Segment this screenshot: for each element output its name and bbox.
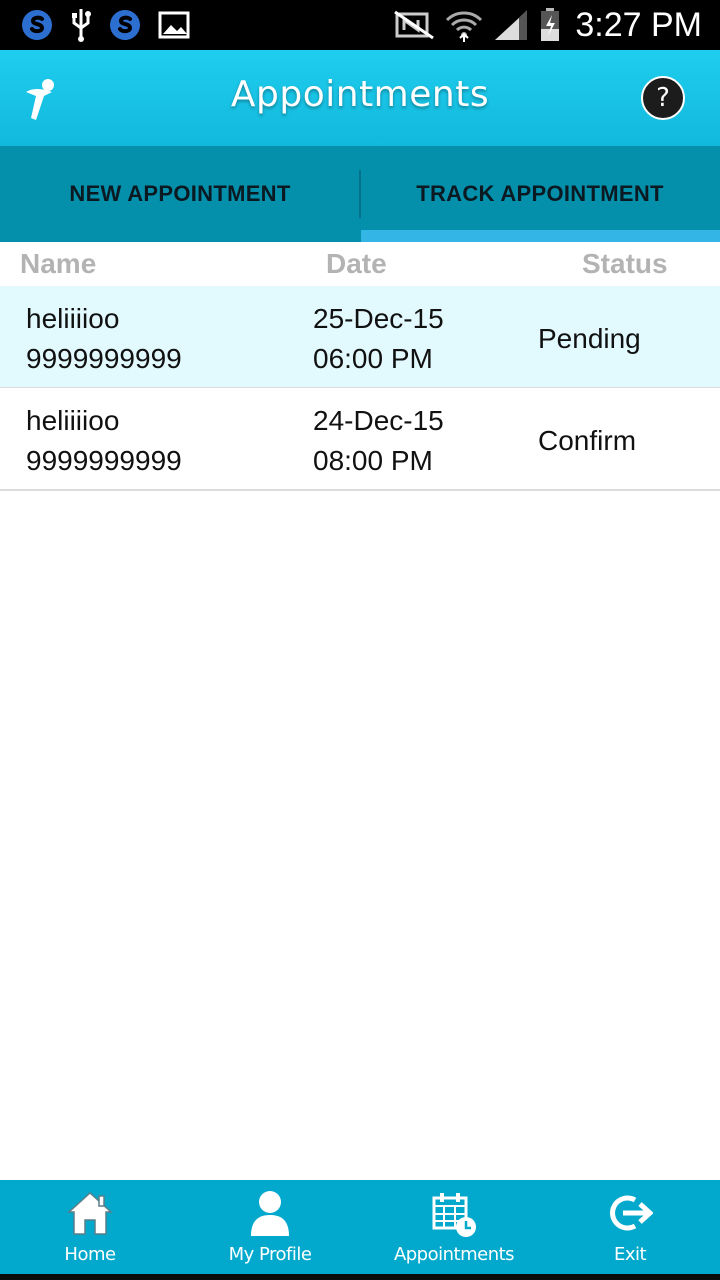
table-row[interactable]: heliiiioo 9999999999 25-Dec-15 06:00 PM … xyxy=(0,286,720,389)
appointment-name: heliiiioo xyxy=(26,405,120,436)
tab-track-appointment[interactable]: TRACK APPOINTMENT xyxy=(360,146,720,242)
appointment-date-cell: 24-Dec-15 08:00 PM xyxy=(313,401,444,481)
nav-appointments-label: Appointments xyxy=(393,1244,515,1265)
battery-charging-icon xyxy=(539,7,561,43)
table-header: Name Date Status xyxy=(0,242,720,286)
appointment-phone: 9999999999 xyxy=(26,343,182,374)
status-bar: 3:27 PM xyxy=(0,0,720,50)
nav-home[interactable]: Home xyxy=(0,1180,180,1274)
home-icon xyxy=(67,1190,113,1241)
column-header-status: Status xyxy=(582,248,668,279)
column-header-date: Date xyxy=(326,248,387,279)
nav-exit[interactable]: Exit xyxy=(540,1180,720,1274)
nav-my-profile-label: My Profile xyxy=(228,1244,312,1265)
wifi-icon xyxy=(445,8,483,42)
bottom-navigation: Home My Profile Appointments Exit xyxy=(0,1180,720,1274)
appointment-name-cell: heliiiioo 9999999999 xyxy=(26,401,182,481)
appointment-name: heliiiioo xyxy=(26,303,120,334)
column-header-name: Name xyxy=(20,248,97,279)
appointment-date: 24-Dec-15 xyxy=(313,405,444,436)
skype-icon xyxy=(108,8,142,42)
appointment-name-cell: heliiiioo 9999999999 xyxy=(26,299,182,379)
tab-bar: NEW APPOINTMENT TRACK APPOINTMENT xyxy=(0,146,720,242)
appointment-time: 08:00 PM xyxy=(313,445,433,476)
page-title: Appointments xyxy=(230,74,490,115)
appointment-status: Confirm xyxy=(538,425,637,456)
screen-bottom-edge xyxy=(0,1274,720,1280)
tab-selected-indicator xyxy=(361,230,720,242)
tab-new-appointment[interactable]: NEW APPOINTMENT xyxy=(0,146,360,242)
status-icons-left xyxy=(20,5,190,45)
appointment-time: 06:00 PM xyxy=(313,343,433,374)
help-button[interactable]: ? xyxy=(641,76,685,120)
nav-my-profile[interactable]: My Profile xyxy=(180,1180,360,1274)
user-icon xyxy=(249,1190,291,1241)
signal-icon xyxy=(493,8,529,42)
nfc-off-icon xyxy=(393,10,435,40)
status-icons-right: 3:27 PM xyxy=(393,5,702,45)
exit-icon xyxy=(607,1190,654,1241)
appointment-status: Pending xyxy=(538,323,641,354)
nav-home-label: Home xyxy=(64,1244,116,1265)
nav-exit-label: Exit xyxy=(613,1244,647,1265)
usb-icon xyxy=(70,7,92,43)
appointment-date: 25-Dec-15 xyxy=(313,303,444,334)
nav-appointments[interactable]: Appointments xyxy=(364,1180,544,1274)
appointment-date-cell: 25-Dec-15 06:00 PM xyxy=(313,299,444,379)
app-bar: Appointments ? xyxy=(0,50,720,146)
table-row[interactable]: heliiiioo 9999999999 24-Dec-15 08:00 PM … xyxy=(0,388,720,491)
calendar-clock-icon xyxy=(431,1190,477,1245)
appointment-phone: 9999999999 xyxy=(26,445,182,476)
image-icon xyxy=(158,11,190,39)
status-time: 3:27 PM xyxy=(575,5,702,44)
skype-icon xyxy=(20,8,54,42)
